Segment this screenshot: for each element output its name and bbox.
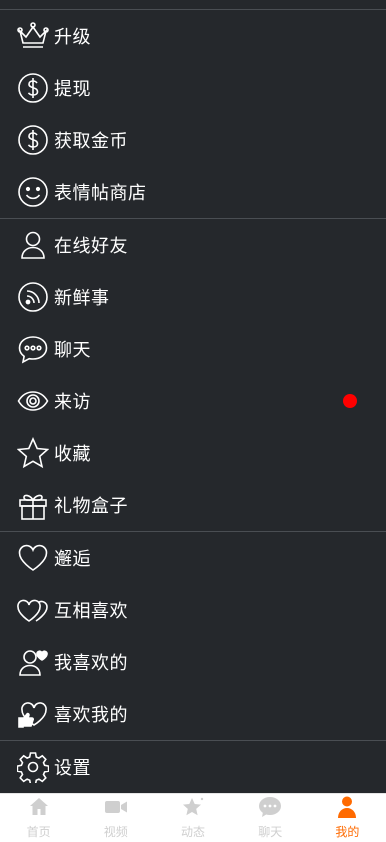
menu-item-label: 新鲜事 bbox=[54, 288, 110, 309]
tab-label: 动态 bbox=[181, 825, 206, 839]
dollar-circle-icon bbox=[16, 123, 50, 157]
bottom-tab-bar: 首页 视频 动态 聊天 我的 bbox=[0, 793, 386, 842]
gear-icon bbox=[16, 750, 50, 784]
menu-item-favorites[interactable]: 收藏 bbox=[0, 427, 386, 479]
tab-feed[interactable]: 动态 bbox=[154, 794, 231, 842]
menu-item-i-like[interactable]: 我喜欢的 bbox=[0, 636, 386, 688]
user-heart-icon bbox=[16, 645, 50, 679]
notification-badge bbox=[343, 394, 357, 408]
menu-item-encounter[interactable]: 邂逅 bbox=[0, 532, 386, 584]
menu-item-label: 在线好友 bbox=[54, 236, 128, 257]
menu-item-label: 互相喜欢 bbox=[54, 601, 128, 622]
tab-chat[interactable]: 聊天 bbox=[232, 794, 309, 842]
side-menu: 升级 提现 获取金币 表情帖商店 在线好友 新鲜事 聊天 来访 收藏 礼物盒子 … bbox=[0, 10, 386, 793]
user-icon bbox=[16, 228, 50, 262]
menu-item-label: 收藏 bbox=[54, 444, 91, 465]
menu-item-label: 喜欢我的 bbox=[54, 705, 128, 726]
star-sparkle-icon bbox=[181, 796, 205, 822]
user-icon bbox=[335, 796, 359, 822]
menu-item-label: 设置 bbox=[54, 758, 91, 779]
menu-item-label: 聊天 bbox=[54, 340, 91, 361]
tab-video[interactable]: 视频 bbox=[77, 794, 154, 842]
rss-icon bbox=[16, 280, 50, 314]
tab-label: 聊天 bbox=[258, 825, 283, 839]
tab-me[interactable]: 我的 bbox=[309, 794, 386, 842]
menu-item-label: 提现 bbox=[54, 79, 91, 100]
menu-item-get-coins[interactable]: 获取金币 bbox=[0, 114, 386, 166]
gift-icon bbox=[16, 488, 50, 522]
menu-item-online-friends[interactable]: 在线好友 bbox=[0, 219, 386, 271]
menu-item-likes-me[interactable]: 喜欢我的 bbox=[0, 688, 386, 740]
crown-icon bbox=[16, 19, 50, 53]
tab-label: 视频 bbox=[103, 825, 128, 839]
menu-item-chat[interactable]: 聊天 bbox=[0, 323, 386, 375]
smiley-icon bbox=[16, 175, 50, 209]
heart-icon bbox=[16, 541, 50, 575]
dollar-circle-icon bbox=[16, 71, 50, 105]
menu-item-label: 来访 bbox=[54, 392, 91, 413]
menu-item-label: 表情帖商店 bbox=[54, 183, 147, 204]
chat-icon bbox=[258, 796, 282, 822]
top-divider bbox=[0, 0, 386, 10]
tab-home[interactable]: 首页 bbox=[0, 794, 77, 842]
menu-item-upgrade[interactable]: 升级 bbox=[0, 10, 386, 62]
video-icon bbox=[104, 796, 128, 822]
menu-item-label: 我喜欢的 bbox=[54, 653, 128, 674]
tab-label: 我的 bbox=[335, 825, 360, 839]
menu-item-label: 升级 bbox=[54, 27, 91, 48]
chat-bubble-icon bbox=[16, 332, 50, 366]
menu-item-mutual-likes[interactable]: 互相喜欢 bbox=[0, 584, 386, 636]
double-heart-icon bbox=[16, 593, 50, 627]
menu-item-label: 获取金币 bbox=[54, 131, 128, 152]
menu-item-withdraw[interactable]: 提现 bbox=[0, 62, 386, 114]
eye-icon bbox=[16, 384, 50, 418]
tab-label: 首页 bbox=[26, 825, 51, 839]
home-icon bbox=[27, 796, 51, 822]
hand-heart-icon bbox=[16, 697, 50, 731]
menu-item-settings[interactable]: 设置 bbox=[0, 741, 386, 793]
menu-item-sticker-store[interactable]: 表情帖商店 bbox=[0, 166, 386, 218]
menu-item-label: 礼物盒子 bbox=[54, 496, 128, 517]
menu-item-news[interactable]: 新鲜事 bbox=[0, 271, 386, 323]
menu-item-gift-box[interactable]: 礼物盒子 bbox=[0, 479, 386, 531]
star-icon bbox=[16, 436, 50, 470]
menu-item-label: 邂逅 bbox=[54, 549, 91, 570]
menu-item-visitors[interactable]: 来访 bbox=[0, 375, 386, 427]
